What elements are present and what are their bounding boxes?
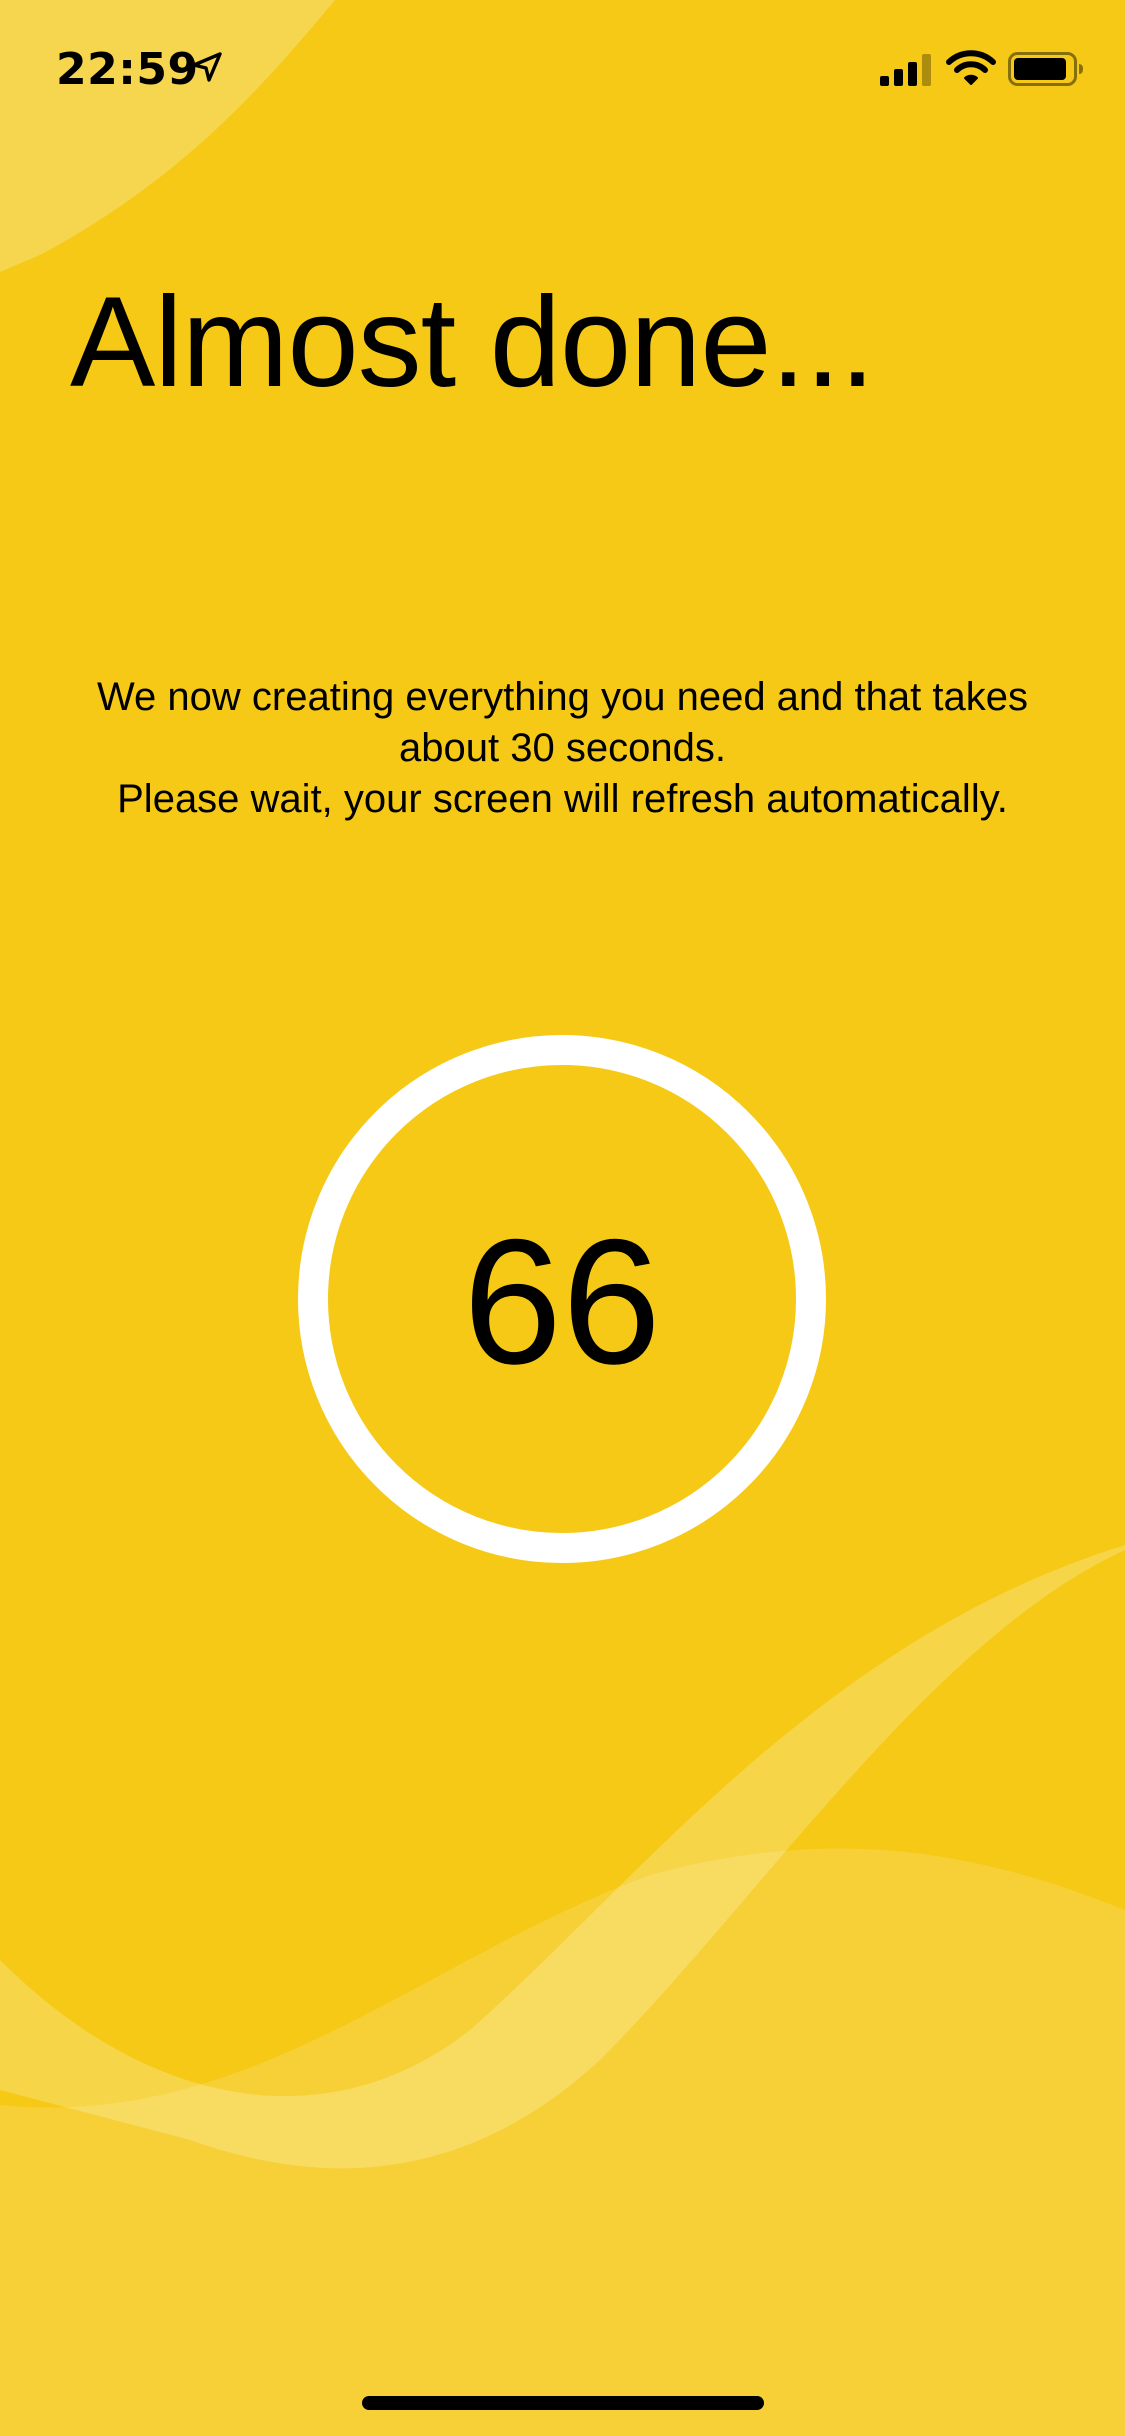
countdown-value: 66 <box>463 1202 661 1401</box>
message-line-1: We now creating everything you need and … <box>97 675 1028 770</box>
home-indicator[interactable] <box>362 2396 764 2410</box>
countdown-timer: 66 <box>298 1035 826 1563</box>
cellular-signal-icon <box>880 54 931 86</box>
message-line-2: Please wait, your screen will refresh au… <box>117 777 1008 821</box>
status-time: 22:59 <box>56 44 199 95</box>
page-title: Almost done... <box>70 271 875 414</box>
status-message: We now creating everything you need and … <box>60 672 1065 825</box>
battery-icon <box>1008 52 1083 86</box>
wifi-icon <box>946 50 996 85</box>
location-arrow-icon <box>192 52 222 82</box>
status-bar: 22:59 <box>0 0 1125 132</box>
